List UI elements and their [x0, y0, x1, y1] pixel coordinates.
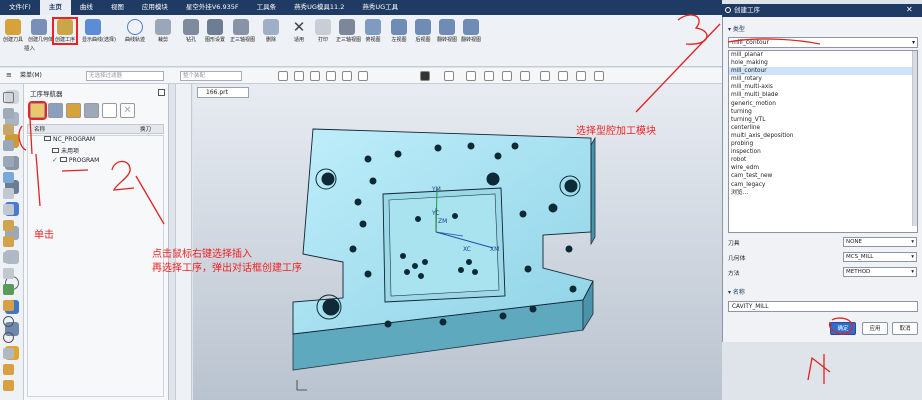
annotation-step2-line1: 点击鼠标右键选择插入	[152, 249, 252, 260]
annotation-overlay	[18, 14, 853, 384]
annotation-step1: 单击	[34, 230, 54, 241]
annotation-step3: 选择型腔加工模块	[576, 126, 656, 137]
annotation-step2-line2: 再选择工序，弹出对话框创建工序	[152, 263, 302, 274]
